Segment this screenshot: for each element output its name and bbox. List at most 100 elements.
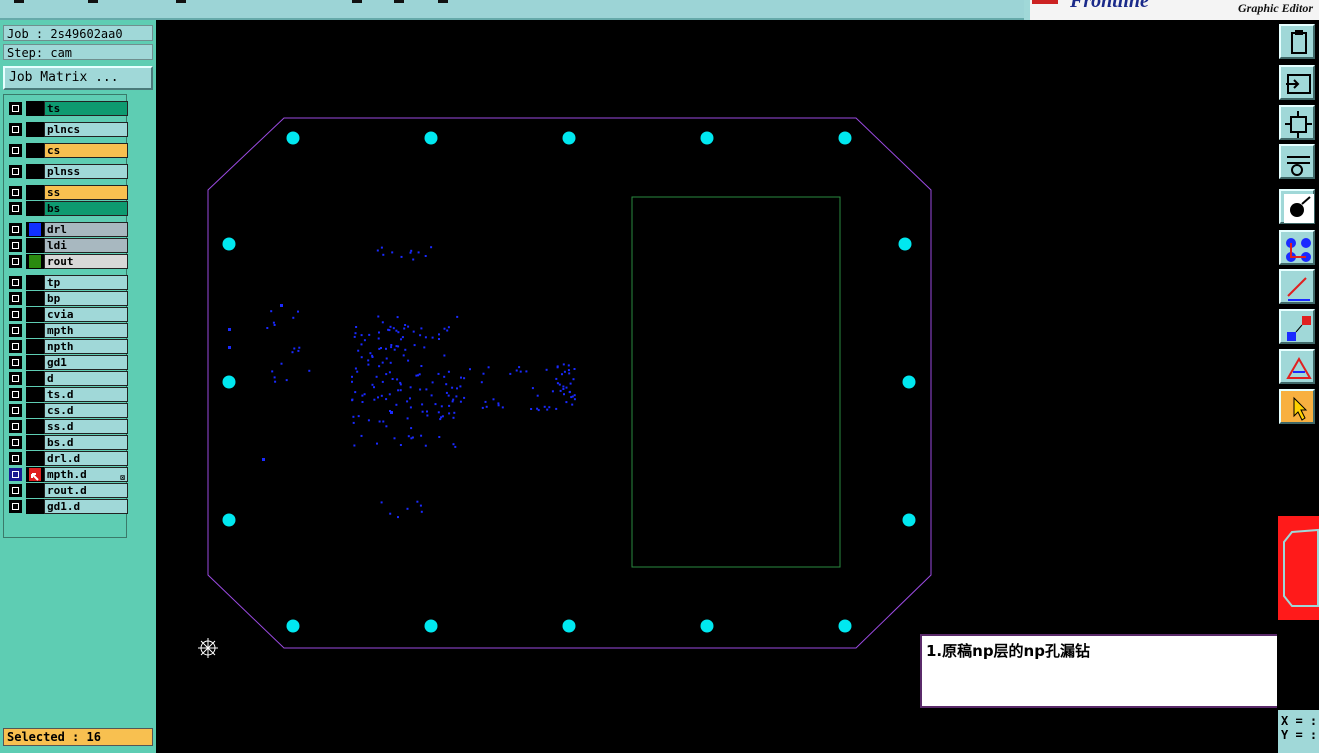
layer-row-rout[interactable]: rout xyxy=(7,254,128,269)
layer-row-bs-d[interactable]: bs.d xyxy=(7,435,128,450)
layer-row-drl[interactable]: drl xyxy=(7,222,128,237)
layer-name[interactable]: bp xyxy=(44,291,128,306)
layer-checkbox[interactable] xyxy=(9,340,22,353)
layer-checkbox[interactable] xyxy=(9,356,22,369)
layer-name[interactable]: rout.d xyxy=(44,483,128,498)
layer-checkbox[interactable] xyxy=(9,186,22,199)
layer-color-swatch[interactable] xyxy=(26,101,44,116)
layer-checkbox[interactable] xyxy=(9,404,22,417)
layer-row-cs-d[interactable]: cs.d xyxy=(7,403,128,418)
layer-checkbox[interactable] xyxy=(9,500,22,513)
job-matrix-button[interactable]: Job Matrix ... xyxy=(3,66,153,90)
layer-checkbox[interactable] xyxy=(9,292,22,305)
layer-name[interactable]: cvia xyxy=(44,307,128,322)
layer-color-swatch[interactable] xyxy=(26,435,44,450)
feature-select-tool-button[interactable] xyxy=(1279,189,1315,224)
layer-checkbox[interactable] xyxy=(9,308,22,321)
layer-color-swatch[interactable] xyxy=(26,419,44,434)
layer-name[interactable]: npth xyxy=(44,339,128,354)
layer-row-plnss[interactable]: plnss xyxy=(7,164,128,179)
layer-color-swatch[interactable] xyxy=(26,201,44,216)
clipboard-tool-button[interactable] xyxy=(1279,24,1315,59)
layer-name[interactable]: bs xyxy=(44,201,128,216)
layer-row-bs[interactable]: bs xyxy=(7,201,128,216)
layer-color-swatch[interactable] xyxy=(26,307,44,322)
layer-name[interactable]: plnss xyxy=(44,164,128,179)
layer-row-npth[interactable]: npth xyxy=(7,339,128,354)
layer-checkbox[interactable] xyxy=(9,223,22,236)
layer-checkbox[interactable] xyxy=(9,468,22,481)
layer-color-swatch[interactable] xyxy=(26,122,44,137)
layer-checkbox[interactable] xyxy=(9,388,22,401)
layer-checkbox[interactable] xyxy=(9,255,22,268)
layer-name[interactable]: ts.d xyxy=(44,387,128,402)
layer-row-bp[interactable]: bp xyxy=(7,291,128,306)
layer-name[interactable]: drl.d xyxy=(44,451,128,466)
layer-color-swatch[interactable] xyxy=(26,323,44,338)
drc-tool-button[interactable] xyxy=(1279,349,1315,384)
layer-checkbox[interactable] xyxy=(9,102,22,115)
layer-row-ts-d[interactable]: ts.d xyxy=(7,387,128,402)
layer-color-swatch[interactable] xyxy=(26,403,44,418)
pointer-tool-button[interactable] xyxy=(1279,389,1315,424)
layer-color-swatch[interactable] xyxy=(26,238,44,253)
layer-name[interactable]: drl xyxy=(44,222,128,237)
layer-row-mpth-d[interactable]: mpth.d ⊠ xyxy=(7,467,128,482)
zoom-fit-tool-button[interactable] xyxy=(1279,105,1315,140)
layer-color-swatch[interactable] xyxy=(26,185,44,200)
layer-checkbox[interactable] xyxy=(9,484,22,497)
layer-color-swatch[interactable] xyxy=(26,254,44,269)
layer-name[interactable]: ss.d xyxy=(44,419,128,434)
layer-color-swatch[interactable] xyxy=(26,483,44,498)
layer-checkbox[interactable] xyxy=(9,276,22,289)
layer-color-swatch[interactable] xyxy=(26,339,44,354)
layer-checkbox[interactable] xyxy=(9,420,22,433)
layer-row-cs[interactable]: cs xyxy=(7,143,128,158)
layer-color-swatch[interactable] xyxy=(26,387,44,402)
layer-row-rout-d[interactable]: rout.d xyxy=(7,483,128,498)
layer-name[interactable]: mpth.d ⊠ xyxy=(44,467,128,482)
layer-color-swatch[interactable] xyxy=(26,222,44,237)
layer-name[interactable]: gd1 xyxy=(44,355,128,370)
layer-checkbox[interactable] xyxy=(9,202,22,215)
layer-name[interactable]: d xyxy=(44,371,128,386)
layer-row-ss[interactable]: ss xyxy=(7,185,128,200)
layer-row-drl-d[interactable]: drl.d xyxy=(7,451,128,466)
layer-name[interactable]: ss xyxy=(44,185,128,200)
layer-name[interactable]: gd1.d xyxy=(44,499,128,514)
layer-color-swatch[interactable] xyxy=(26,355,44,370)
layer-row-tp[interactable]: tp xyxy=(7,275,128,290)
layer-name[interactable]: bs.d xyxy=(44,435,128,450)
layer-color-swatch[interactable] xyxy=(26,371,44,386)
layer-color-swatch[interactable] xyxy=(26,451,44,466)
layer-checkbox[interactable] xyxy=(9,165,22,178)
layer-name[interactable]: cs xyxy=(44,143,128,158)
layer-checkbox[interactable] xyxy=(9,144,22,157)
layer-checkbox[interactable] xyxy=(9,372,22,385)
layer-color-swatch[interactable] xyxy=(26,291,44,306)
layer-name[interactable]: ts xyxy=(44,101,128,116)
layer-name[interactable]: plncs xyxy=(44,122,128,137)
connect-tool-button[interactable] xyxy=(1279,230,1315,265)
layer-name[interactable]: ldi xyxy=(44,238,128,253)
layer-checkbox[interactable] xyxy=(9,239,22,252)
layer-checkbox[interactable] xyxy=(9,436,22,449)
layer-color-swatch[interactable] xyxy=(26,143,44,158)
layer-row-ldi[interactable]: ldi xyxy=(7,238,128,253)
layer-row-ss-d[interactable]: ss.d xyxy=(7,419,128,434)
layer-checkbox[interactable] xyxy=(9,324,22,337)
layer-row-ts[interactable]: ts xyxy=(7,101,128,116)
settings-pen-tool-button[interactable] xyxy=(1279,144,1315,179)
frame-in-tool-button[interactable] xyxy=(1279,65,1315,100)
layer-row-cvia[interactable]: cvia xyxy=(7,307,128,322)
layer-row-gd1[interactable]: gd1 xyxy=(7,355,128,370)
measure-tool-button[interactable] xyxy=(1279,269,1315,304)
layer-row-d[interactable]: d xyxy=(7,371,128,386)
transform-tool-button[interactable] xyxy=(1279,309,1315,344)
layer-name[interactable]: cs.d xyxy=(44,403,128,418)
layer-color-swatch[interactable] xyxy=(26,467,44,482)
layer-name[interactable]: tp xyxy=(44,275,128,290)
layer-checkbox[interactable] xyxy=(9,452,22,465)
layer-row-plncs[interactable]: plncs xyxy=(7,122,128,137)
layer-row-gd1-d[interactable]: gd1.d xyxy=(7,499,128,514)
